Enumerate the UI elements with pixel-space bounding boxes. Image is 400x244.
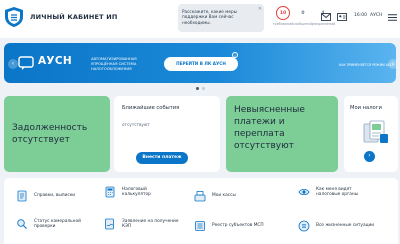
requirements-label: требований bbox=[272, 22, 294, 26]
service-kep-application[interactable]: Заявление на получение КЭП bbox=[104, 218, 186, 230]
requirements-count: 10 bbox=[276, 6, 290, 20]
ausn-banner: ‹ АУСН АВТОМАТИЗИРОВАННАЯ УПРОЩЁННАЯ СИС… bbox=[4, 43, 396, 83]
tax-documents-icon bbox=[363, 120, 388, 143]
services-panel: Справки, выписки Налоговый калькулятор М… bbox=[4, 178, 398, 244]
time-label[interactable]: 16:00 bbox=[354, 13, 367, 18]
mail-button[interactable] bbox=[318, 9, 334, 25]
service-label: Реестр субъектов МСП bbox=[212, 223, 264, 229]
service-tax-calculator[interactable]: Налоговый калькулятор bbox=[104, 186, 170, 198]
make-payment-button[interactable]: Внести платеж bbox=[136, 152, 188, 164]
close-icon[interactable]: ✕ bbox=[258, 6, 262, 12]
assistant-text: Расскажите, какие меры поддержки Вам сей… bbox=[182, 9, 237, 25]
service-label: Заявление на получение КЭП bbox=[122, 218, 179, 229]
unclear-payments-title: Невыясненные платежи и переплата отсутст… bbox=[234, 105, 305, 151]
info-icon[interactable]: i bbox=[232, 52, 238, 58]
service-audit-status[interactable]: Статус камеральной проверки bbox=[16, 218, 92, 230]
hamburger-icon bbox=[387, 13, 397, 21]
my-taxes-card[interactable]: Мои налоги › bbox=[344, 96, 398, 172]
service-label: Статус камеральной проверки bbox=[34, 218, 81, 229]
events-title: Ближайшие события bbox=[122, 105, 180, 111]
assistant-prompt[interactable]: Расскажите, какие меры поддержки Вам сей… bbox=[178, 4, 264, 32]
service-label: Справки, выписки bbox=[34, 193, 76, 199]
go-to-ausn-button[interactable]: ПЕРЕЙТИ В ЛК АУСН bbox=[164, 57, 238, 71]
service-all-life-situations[interactable]: Все жизненные ситуации bbox=[298, 220, 374, 232]
messages-count: 0 bbox=[301, 11, 305, 16]
carousel-dot[interactable] bbox=[196, 87, 199, 90]
debt-title: Задолженность отсутствует bbox=[12, 123, 88, 145]
messages-counter[interactable]: 0 сообщений bbox=[292, 6, 314, 26]
brand-title[interactable]: ЛИЧНЫЙ КАБИНЕТ ИП bbox=[30, 13, 118, 21]
ausn-chat-icon bbox=[18, 56, 34, 70]
id-card-icon bbox=[337, 13, 347, 21]
carousel-dots bbox=[196, 87, 205, 90]
magnifier-icon bbox=[17, 219, 27, 229]
service-label: Налоговый калькулятор bbox=[122, 186, 151, 197]
service-certificates[interactable]: Справки, выписки bbox=[16, 190, 75, 202]
ausn-header-link[interactable]: АУСН bbox=[370, 13, 382, 18]
banner-description: АВТОМАТИЗИРОВАННАЯ УПРОЩЁННАЯ СИСТЕМА НА… bbox=[91, 57, 137, 71]
top-header: ЛИЧНЫЙ КАБИНЕТ ИП Расскажите, какие меры… bbox=[0, 0, 400, 38]
my-taxes-title: Мои налоги bbox=[350, 105, 382, 111]
list-icon bbox=[298, 220, 310, 232]
service-label: Все жизненные ситуации bbox=[316, 223, 375, 229]
messages-label: сообщений bbox=[293, 22, 313, 26]
registry-icon bbox=[195, 221, 205, 231]
service-label: Мои кассы bbox=[212, 193, 236, 199]
banner-next-button[interactable]: › bbox=[388, 59, 396, 69]
document-icon bbox=[17, 190, 27, 202]
eye-icon bbox=[298, 188, 310, 196]
my-taxes-arrow-button[interactable]: › bbox=[364, 151, 375, 162]
calculator-icon bbox=[105, 186, 115, 198]
profile-button[interactable] bbox=[334, 9, 350, 25]
carousel-dot[interactable] bbox=[202, 87, 205, 90]
banner-prev-button[interactable]: ‹ bbox=[8, 59, 18, 69]
events-card: Ближайшие события отсутствуют Внести пла… bbox=[114, 96, 220, 172]
events-status: отсутствуют bbox=[122, 122, 150, 127]
service-msp-registry[interactable]: Реестр субъектов МСП bbox=[194, 220, 264, 232]
signature-icon bbox=[105, 218, 114, 230]
service-how-tax-authorities-see-me[interactable]: Как меня видят налоговые органы bbox=[298, 186, 374, 198]
menu-button[interactable] bbox=[384, 9, 400, 25]
fns-emblem-icon[interactable] bbox=[4, 6, 24, 28]
service-label: Как меня видят налоговые органы bbox=[316, 186, 359, 197]
banner-title: АУСН bbox=[38, 55, 72, 67]
debt-card[interactable]: Задолженность отсутствует bbox=[4, 96, 110, 172]
cash-register-icon bbox=[194, 191, 206, 202]
requirements-counter[interactable]: 10 требований bbox=[272, 6, 294, 26]
how-ausn-works-link[interactable]: КАК ПРИМЕНЯЕТСЯ РЕЖИМ АУСН bbox=[339, 63, 394, 67]
mail-icon bbox=[321, 13, 331, 21]
unclear-payments-card[interactable]: Невыясненные платежи и переплата отсутст… bbox=[226, 96, 338, 172]
service-my-cash-registers[interactable]: Мои кассы bbox=[194, 190, 236, 202]
